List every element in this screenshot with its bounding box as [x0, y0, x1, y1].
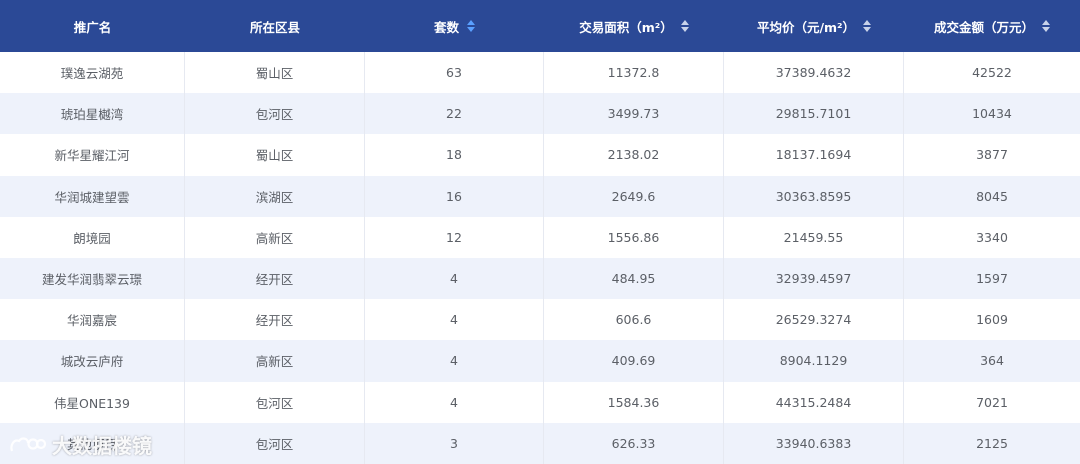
cell-avg-price: 30363.8595	[724, 175, 904, 217]
table-body: 璞逸云湖苑 蜀山区 63 11372.8 37389.4632 42522 琥珀星樾湾 包河区…	[0, 52, 1080, 464]
cell-avg-price: 26529.3274	[724, 299, 904, 341]
column-header-area[interactable]: 交易面积（m²）	[544, 0, 724, 52]
cell-district: 蜀山区	[185, 52, 365, 94]
sort-icon[interactable]	[1042, 20, 1050, 32]
cell-area: 2649.6	[544, 175, 724, 217]
cell-amount: 3340	[976, 229, 1008, 245]
cell-units: 4	[365, 381, 544, 423]
cell-district: 高新区	[185, 216, 365, 258]
cell-units: 4	[365, 299, 544, 341]
column-header-label: 平均价（元/m²）	[756, 19, 856, 35]
cell-avg-price: 44315.2484	[724, 381, 904, 423]
sort-icon[interactable]	[863, 20, 872, 32]
table-row: 华润嘉宸 经开区 4 606.6 26529.3274 1609	[0, 299, 1080, 341]
cell-amount: 1609	[976, 312, 1008, 328]
cell-units: 16	[365, 175, 544, 217]
cell-units: 63	[365, 52, 544, 94]
table-row: 建发华润翡翠云璟 经开区 4 484.95 32939.4597 1597	[0, 257, 1080, 300]
cell-amount: 10434	[972, 106, 1012, 122]
cell-district: 包河区	[185, 381, 365, 423]
cell-amount: 2125	[976, 435, 1008, 451]
cell-name: 璞逸云湖苑	[0, 52, 185, 94]
cell-name: 伟星ONE139	[0, 381, 185, 423]
cell-units: 3	[365, 422, 544, 464]
cell-amount: 1597	[976, 271, 1008, 287]
cell-district: 蜀山区	[185, 134, 365, 176]
cell-district: 包河区	[185, 422, 365, 464]
cell-name: 城改云庐府	[0, 340, 185, 382]
table-row: 华润城建望雲 滨湖区 16 2649.6 30363.8595 8045	[0, 175, 1080, 217]
column-header-district: 所在区县	[185, 0, 365, 52]
cell-units: 22	[365, 93, 544, 135]
cell-avg-price: 21459.55	[724, 216, 904, 258]
column-header-label: 成交金额（万元）	[933, 19, 1034, 35]
cell-avg-price: 33940.6383	[724, 422, 904, 464]
cell-amount: 364	[980, 353, 1004, 369]
table-header: 推广名 所在区县 套数 交易面积（m²） 平均价（元/m²） 成交金额（万元）	[0, 0, 1080, 52]
cell-units: 4	[365, 340, 544, 382]
table-row: 琥珀星樾湾 包河区 22 3499.73 29815.7101 10434	[0, 93, 1080, 135]
cell-name: 新华星耀江河	[0, 134, 185, 176]
cell-units: 18	[365, 134, 544, 176]
column-header-label: 推广名	[73, 19, 112, 35]
cell-area: 606.6	[544, 299, 724, 341]
cell-avg-price: 8904.1129	[724, 340, 904, 382]
cell-area: 409.69	[544, 340, 724, 382]
cell-name: 琥珀星樾湾	[0, 93, 185, 135]
cell-avg-price: 37389.4632	[724, 52, 904, 94]
cell-amount: 3877	[976, 147, 1008, 163]
cell-units: 4	[365, 257, 544, 300]
table-row: 伟星ONE139 包河区 4 1584.36 44315.2484 7021	[0, 381, 1080, 423]
table-row: 新华星耀江河 蜀山区 18 2138.02 18137.1694 3877	[0, 134, 1080, 176]
cell-name: 其他项目	[0, 422, 185, 464]
cell-amount: 42522	[972, 65, 1012, 81]
cell-area: 1584.36	[544, 381, 724, 423]
table-row: 城改云庐府 高新区 4 409.69 8904.1129 364	[0, 340, 1080, 382]
cell-district: 包河区	[185, 93, 365, 135]
column-header-units[interactable]: 套数	[365, 0, 544, 52]
column-header-amount[interactable]: 成交金额（万元）	[904, 0, 1080, 52]
cell-area: 11372.8	[544, 52, 724, 94]
cell-area: 484.95	[544, 257, 724, 300]
table-row: 朗境园 高新区 12 1556.86 21459.55 3340	[0, 216, 1080, 258]
cell-district: 滨湖区	[185, 175, 365, 217]
cell-area: 626.33	[544, 422, 724, 464]
cell-name: 建发华润翡翠云璟	[0, 257, 185, 300]
column-header-avg-price[interactable]: 平均价（元/m²）	[724, 0, 904, 52]
cell-amount: 7021	[976, 394, 1008, 410]
table-row: 其他项目 包河区 3 626.33 33940.6383 2125	[0, 422, 1080, 464]
cell-amount: 8045	[976, 188, 1008, 204]
column-header-label: 交易面积（m²）	[579, 19, 673, 35]
cell-district: 经开区	[185, 257, 365, 300]
cell-name: 华润嘉宸	[0, 299, 185, 341]
data-table: 推广名 所在区县 套数 交易面积（m²） 平均价（元/m²） 成交金额（万元） …	[0, 0, 1080, 464]
cell-district: 经开区	[185, 299, 365, 341]
sort-icon[interactable]	[467, 20, 475, 32]
sort-icon[interactable]	[680, 20, 689, 32]
cell-district: 高新区	[185, 340, 365, 382]
cell-avg-price: 18137.1694	[724, 134, 904, 176]
cell-avg-price: 29815.7101	[724, 93, 904, 135]
column-header-label: 套数	[433, 19, 459, 35]
cell-units: 12	[365, 216, 544, 258]
cell-area: 1556.86	[544, 216, 724, 258]
column-header-label: 所在区县	[249, 19, 300, 35]
cell-name: 华润城建望雲	[0, 175, 185, 217]
cell-area: 2138.02	[544, 134, 724, 176]
table-row: 璞逸云湖苑 蜀山区 63 11372.8 37389.4632 42522	[0, 52, 1080, 94]
column-header-name: 推广名	[0, 0, 185, 52]
cell-area: 3499.73	[544, 93, 724, 135]
cell-name: 朗境园	[0, 216, 185, 258]
cell-avg-price: 32939.4597	[724, 257, 904, 300]
